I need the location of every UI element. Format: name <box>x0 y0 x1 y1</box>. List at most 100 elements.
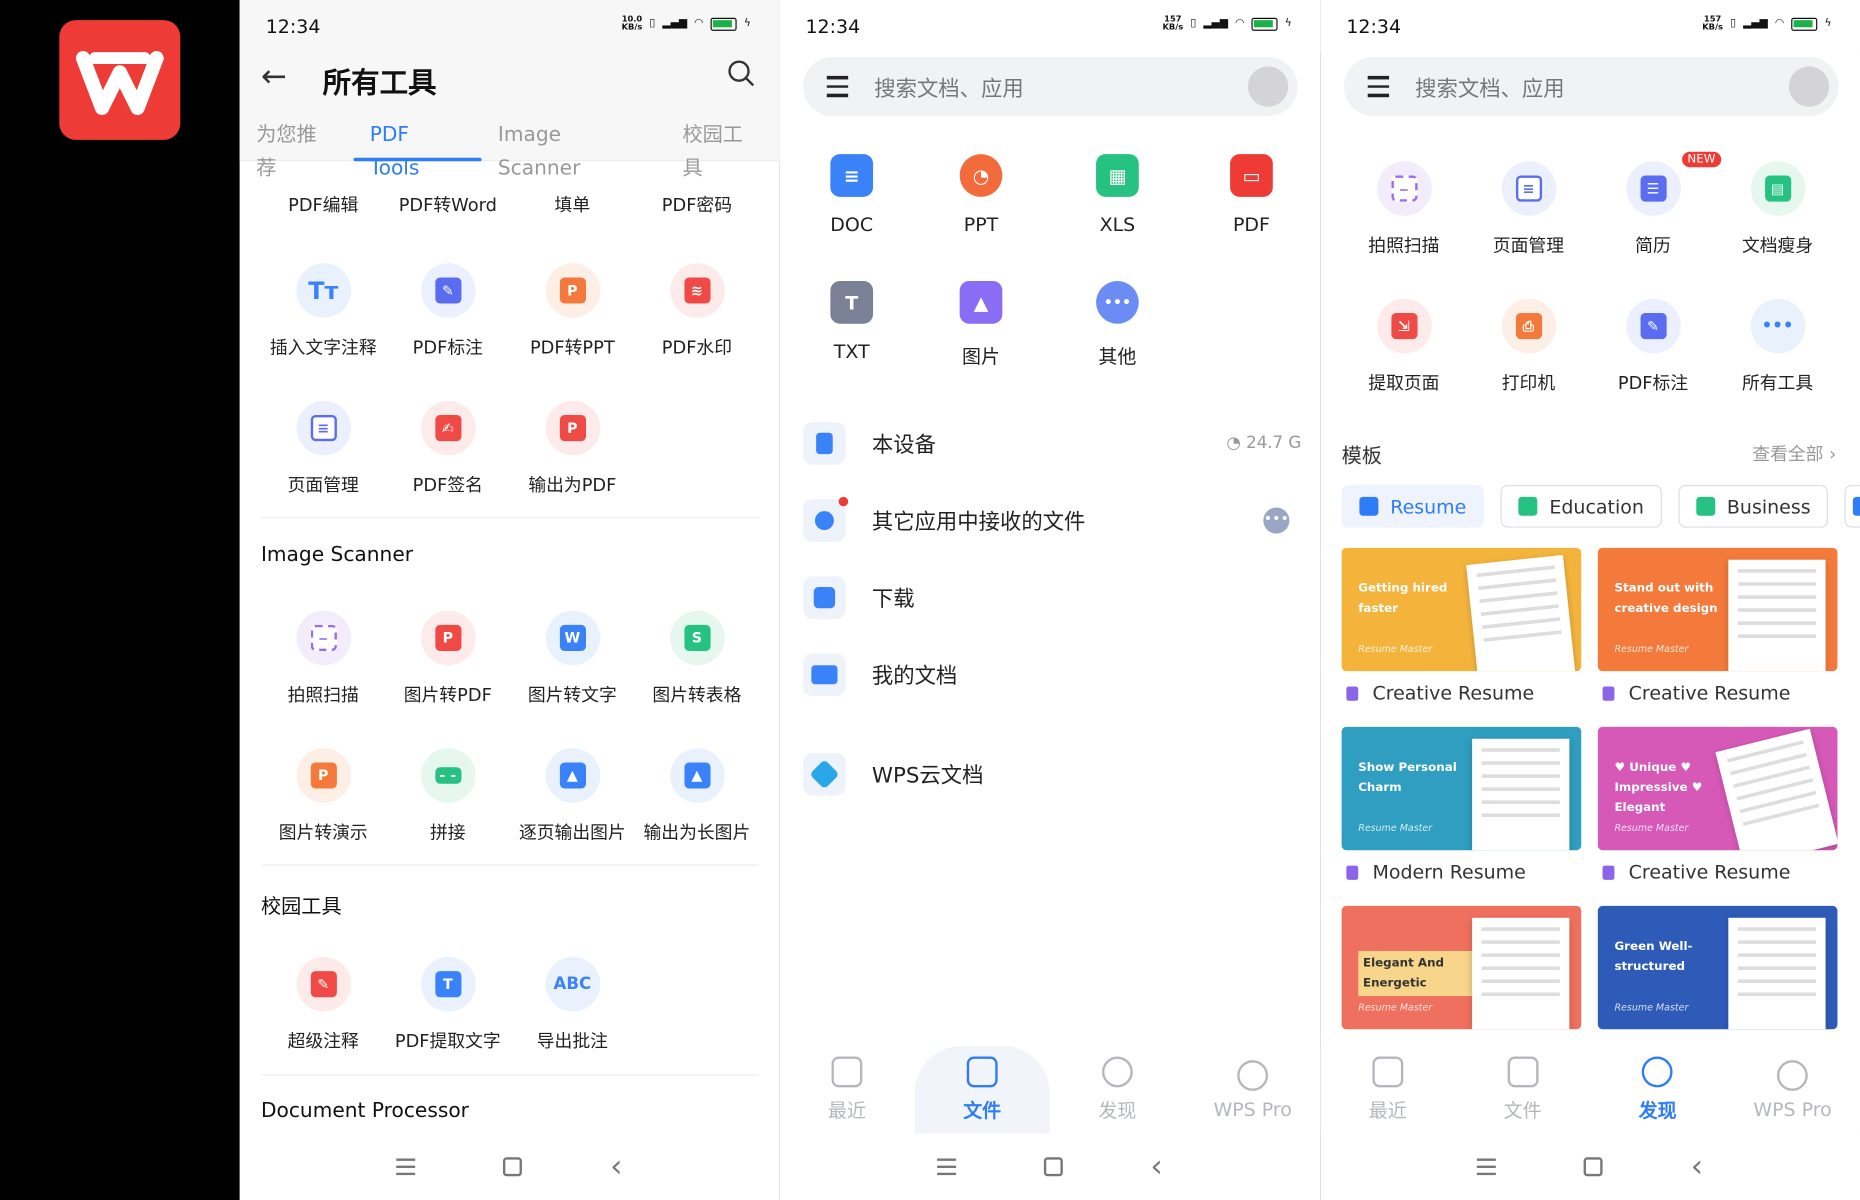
template-card[interactable]: ♥ Unique ♥ Impressive ♥ Elegant Resume Ma… <box>1597 726 1838 851</box>
bolt-icon <box>1237 1059 1269 1091</box>
files-screen: 12:34 157 KB/s ▯ ▂▄▆ ◠ ϟ 搜索文档、应用 ≡ DOC ◔ PP… <box>779 0 1321 1200</box>
menu-nav-icon[interactable] <box>1477 1158 1497 1176</box>
filetype-other[interactable]: ••• 其他 <box>1070 281 1165 369</box>
tab-wps-pro[interactable]: WPS Pro <box>1185 1046 1320 1134</box>
template-card[interactable]: Green Well-structured Resume Master <box>1597 905 1838 1030</box>
tool-pdf-watermark[interactable]: ≋ PDF水印 <box>635 263 760 401</box>
menu-nav-icon[interactable] <box>936 1158 956 1176</box>
tool-pdf-markup[interactable]: ✎ PDF标注 <box>1591 298 1716 437</box>
back-nav-icon[interactable]: ‹ <box>1691 1151 1703 1182</box>
tab-files[interactable]: 文件 <box>914 1045 1050 1134</box>
hamburger-menu-icon[interactable] <box>826 75 849 97</box>
tool-pdf-to-ppt[interactable]: P PDF转PPT <box>510 263 635 401</box>
location-received-files[interactable]: 其它应用中接收的文件 ••• <box>803 491 1301 550</box>
tool-image-to-text[interactable]: W 图片转文字 <box>510 610 635 749</box>
tab-image-scanner[interactable]: Image Scanner <box>481 119 666 180</box>
back-arrow-icon[interactable]: ← <box>261 59 287 95</box>
cloud-doc-icon <box>803 752 846 796</box>
more-options-icon[interactable]: ••• <box>1263 507 1290 534</box>
tab-recent[interactable]: 最近 <box>1320 1046 1455 1134</box>
location-label: 下载 <box>871 586 915 612</box>
tab-wps-pro[interactable]: WPS Pro <box>1725 1046 1860 1134</box>
all-tools-screen: 12:34 10.0 KB/s ▯ ▂▄▆ ◠ ϟ ← 所有工具 为您推荐 PDF… <box>239 0 780 1200</box>
tool-tabs: 为您推荐 PDF Tools Image Scanner 校园工具 <box>240 119 780 180</box>
tool-label: 图片转演示 <box>278 821 368 844</box>
home-nav-icon[interactable] <box>503 1157 523 1177</box>
tab-files[interactable]: 文件 <box>1455 1046 1590 1134</box>
template-card[interactable]: Show Personal Charm Resume Master <box>1341 726 1582 851</box>
person-icon <box>1602 685 1615 701</box>
tool-label: 图片转文字 <box>527 684 617 706</box>
view-all-link[interactable]: 查看全部 › <box>1752 441 1836 466</box>
tab-discover[interactable]: 发现 <box>1050 1046 1185 1134</box>
tool-pdf-edit[interactable]: PDF编辑 <box>261 185 386 256</box>
filetype-xls[interactable]: ▦ XLS <box>1070 154 1165 236</box>
back-nav-icon[interactable]: ‹ <box>610 1151 622 1182</box>
search-bar[interactable]: 搜索文档、应用 <box>1343 56 1839 117</box>
tool-image-to-pdf[interactable]: P 图片转PDF <box>386 610 511 749</box>
tool-label: 所有工具 <box>1741 372 1814 394</box>
template-card[interactable]: Elegant And Energetic Resume Master <box>1341 905 1582 1030</box>
vibrate-icon: ▯ <box>1730 17 1736 30</box>
tool-all-tools[interactable]: ••• 所有工具 <box>1715 298 1840 437</box>
menu-nav-icon[interactable] <box>396 1158 416 1176</box>
template-card[interactable]: Getting hired faster Resume Master <box>1341 547 1582 672</box>
tab-pdf-tools[interactable]: PDF Tools <box>353 119 482 180</box>
filetype-image[interactable]: ▲ 图片 <box>934 281 1029 369</box>
hamburger-menu-icon[interactable] <box>1367 75 1390 97</box>
chip-resume[interactable]: Resume <box>1341 484 1485 528</box>
chip-more[interactable] <box>1845 484 1860 528</box>
avatar[interactable] <box>1247 66 1289 107</box>
tab-campus-tools[interactable]: 校园工具 <box>666 119 779 180</box>
tool-resume[interactable]: ☰ NEW 简历 <box>1591 151 1722 299</box>
tool-label: 简历 <box>1635 234 1671 257</box>
tool-printer[interactable]: ⎙ 打印机 <box>1466 298 1591 437</box>
tool-doc-slim[interactable]: ▤ 文档瘦身 <box>1715 161 1840 299</box>
tool-extract-page[interactable]: ⇲ 提取页面 <box>1342 298 1467 437</box>
pdf-to-ppt-icon: P <box>545 263 600 318</box>
location-download[interactable]: 下载 <box>803 568 1301 627</box>
search-input[interactable]: 搜索文档、应用 <box>1415 72 1564 103</box>
tool-fill-form[interactable]: 填单 <box>510 185 635 256</box>
template-card[interactable]: Stand out with creative design Resume Mas… <box>1597 547 1838 672</box>
home-nav-icon[interactable] <box>1043 1157 1063 1177</box>
tab-recent[interactable]: 最近 <box>779 1046 914 1134</box>
discover-screen: 12:34 157 KB/s ▯ ▂▄▆ ◠ ϟ 搜索文档、应用 ⎯ 拍照扫描 ≡ 页… <box>1320 0 1860 1200</box>
home-nav-icon[interactable] <box>1583 1157 1603 1177</box>
resume-preview <box>1466 554 1576 672</box>
tool-pdf-markup[interactable]: ✎ PDF标注 <box>386 263 511 401</box>
tool-pdf-to-word[interactable]: PDF转Word <box>386 185 511 256</box>
tool-photo-scan[interactable]: ⎯ 拍照扫描 <box>261 610 386 749</box>
search-bar[interactable]: 搜索文档、应用 <box>803 56 1298 117</box>
battery-icon <box>1791 17 1818 31</box>
tool-pdf-password[interactable]: PDF密码 <box>635 185 760 256</box>
chip-business[interactable]: Business <box>1678 484 1829 528</box>
tool-photo-scan[interactable]: ⎯ 拍照扫描 <box>1342 161 1467 299</box>
tool-image-to-table[interactable]: S 图片转表格 <box>635 610 760 749</box>
tool-label: 超级注释 <box>287 1030 359 1052</box>
chip-education[interactable]: Education <box>1500 484 1662 528</box>
location-this-device[interactable]: 本设备 ◔ 24.7 G <box>803 414 1301 473</box>
filetype-doc[interactable]: ≡ DOC <box>804 154 899 236</box>
filetype-ppt[interactable]: ◔ PPT <box>934 154 1029 236</box>
avatar[interactable] <box>1788 66 1830 107</box>
template-title: Creative Resume <box>1602 682 1790 704</box>
filetype-label: PPT <box>963 213 999 236</box>
person-icon <box>1346 685 1359 701</box>
signal-icon: ▂▄▆ <box>1203 17 1228 30</box>
status-time: 12:34 <box>805 15 861 38</box>
export-long-image-icon: ▲ <box>669 748 725 803</box>
filetype-txt[interactable]: T TXT <box>804 281 899 363</box>
tool-text-annotation[interactable]: Tт 插入文字注释 <box>261 263 386 401</box>
tab-discover[interactable]: 发现 <box>1590 1046 1725 1134</box>
location-my-documents[interactable]: 我的文档 <box>803 645 1301 704</box>
section-campus-tools: 校园工具 <box>260 895 342 919</box>
back-nav-icon[interactable]: ‹ <box>1150 1151 1162 1182</box>
search-icon[interactable] <box>727 59 755 87</box>
tool-page-manage[interactable]: ≡ 页面管理 <box>1466 161 1591 299</box>
section-divider <box>260 864 760 866</box>
search-input[interactable]: 搜索文档、应用 <box>874 72 1023 103</box>
tab-recommend[interactable]: 为您推荐 <box>240 119 354 180</box>
location-wps-cloud[interactable]: WPS云文档 <box>803 745 1301 804</box>
filetype-pdf[interactable]: ▭ PDF <box>1204 154 1299 236</box>
